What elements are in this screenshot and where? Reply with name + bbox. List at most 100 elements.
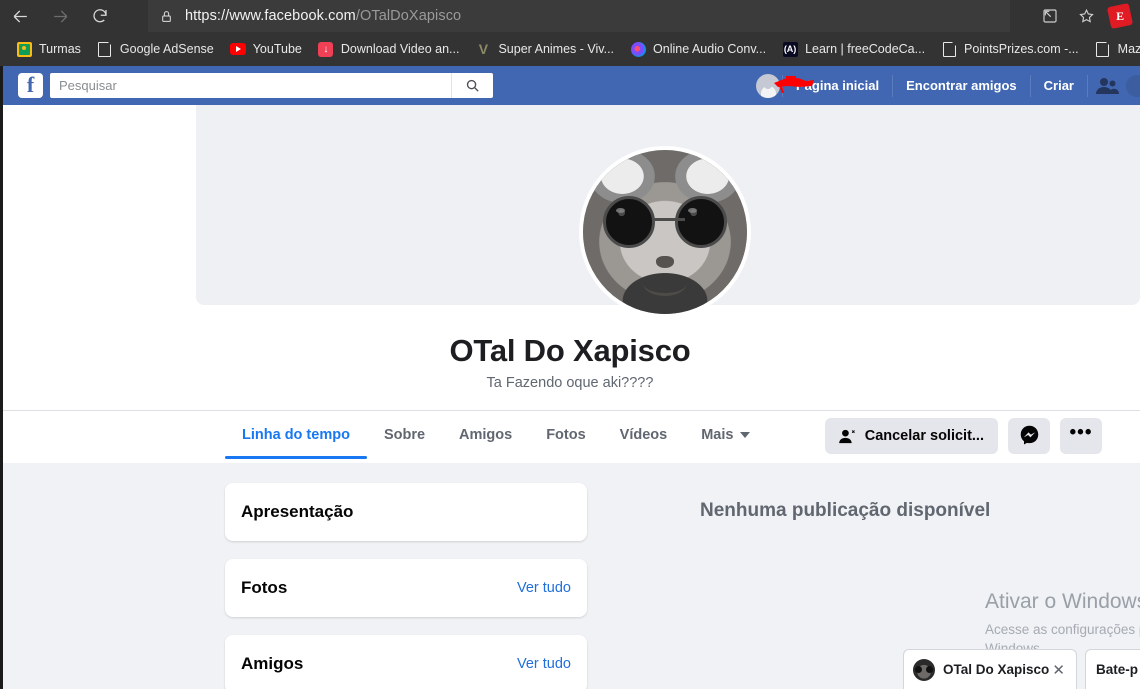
profile-tabbar: Linha do tempo Sobre Amigos Fotos Vídeos… [0, 410, 1140, 463]
chat-list-label: Bate-p [1096, 662, 1139, 677]
bookmark-turmas[interactable]: Turmas [8, 36, 89, 62]
facebook-logo-icon[interactable]: f [18, 73, 43, 98]
sunglass-lens-right-icon [675, 196, 727, 248]
online-audio-converter-icon [630, 41, 646, 57]
bookmark-label: Online Audio Conv... [653, 42, 767, 56]
messenger-button[interactable] [1008, 418, 1050, 454]
google-classroom-icon [16, 41, 32, 57]
tab-mais[interactable]: Mais [684, 411, 767, 459]
chat-bar: OTal Do Xapisco ✕ Bate-p [903, 649, 1140, 689]
bookmark-label: YouTube [252, 42, 302, 56]
reload-icon[interactable] [80, 0, 120, 32]
divider [1029, 74, 1031, 97]
divider [1087, 74, 1088, 97]
share-popout-icon[interactable] [1032, 0, 1068, 32]
sunglass-lens-left-icon [603, 196, 655, 248]
youtube-icon [229, 41, 246, 57]
browser-left-edge [0, 66, 3, 689]
sunglass-bridge-icon [653, 218, 685, 221]
bookmark-label: Maze N [1117, 42, 1140, 56]
browser-nav-bar: https://www.facebook.com/OTalDoXapisco E [0, 0, 1140, 32]
tab-label: Amigos [459, 427, 513, 443]
divider [892, 74, 894, 97]
bookmark-label: Learn | freeCodeCa... [805, 42, 926, 56]
facebook-logo-letter: f [26, 71, 35, 97]
cat-nose-icon [656, 256, 674, 268]
messenger-icon [1019, 424, 1040, 449]
lock-icon [160, 9, 173, 24]
super-animes-icon: V [478, 41, 489, 57]
profile-bio: Ta Fazendo oque aki???? [486, 375, 654, 391]
ellipsis-icon: ••• [1069, 422, 1093, 443]
bookmarks-bar: Turmas Google AdSense YouTube ↓ Download… [0, 32, 1140, 66]
page-icon [1095, 41, 1111, 57]
bookmark-google-adsense[interactable]: Google AdSense [89, 36, 222, 62]
bookmark-pointsprizes[interactable]: PointsPrizes.com -... [933, 36, 1087, 62]
bookmark-label: Google AdSense [119, 42, 214, 56]
bookmark-download-video[interactable]: ↓ Download Video an... [310, 36, 468, 62]
chat-tab-open[interactable]: OTal Do Xapisco ✕ [903, 649, 1077, 689]
nav-link-create[interactable]: Criar [1033, 66, 1085, 105]
bookmark-label: Super Animes - Viv... [498, 42, 615, 56]
extension-icon[interactable]: E [1104, 0, 1140, 32]
tab-sobre[interactable]: Sobre [367, 411, 442, 459]
search-icon[interactable] [451, 73, 493, 98]
card-apresentacao[interactable]: Apresentação [225, 483, 587, 541]
download-icon: ↓ [318, 41, 334, 57]
search-input[interactable] [50, 73, 451, 98]
more-options-button[interactable]: ••• [1060, 418, 1102, 454]
tab-fotos[interactable]: Fotos [529, 411, 602, 459]
back-icon[interactable] [0, 0, 40, 32]
header-icon-partial[interactable] [1126, 74, 1140, 97]
browser-chrome: https://www.facebook.com/OTalDoXapisco E… [0, 0, 1140, 66]
tab-videos[interactable]: Vídeos [603, 411, 685, 459]
person-remove-icon [838, 429, 856, 444]
facebook-header-right: Página inicial Encontrar amigos Criar [748, 66, 1140, 105]
profile-photo[interactable] [579, 146, 751, 318]
nav-link-find-friends[interactable]: Encontrar amigos [895, 66, 1028, 105]
close-icon[interactable]: ✕ [1050, 661, 1067, 679]
chat-tab-name: OTal Do Xapisco [943, 662, 1050, 677]
card-link-ver-tudo[interactable]: Ver tudo [517, 656, 571, 672]
cancel-request-label: Cancelar solicit... [864, 428, 984, 444]
address-bar[interactable]: https://www.facebook.com/OTalDoXapisco [148, 0, 1010, 32]
search-box[interactable] [50, 73, 493, 98]
bookmark-label: PointsPrizes.com -... [964, 42, 1079, 56]
bookmark-maze[interactable]: Maze N [1087, 36, 1140, 62]
forward-icon [40, 0, 80, 32]
profile-action-buttons: Cancelar solicit... ••• [824, 418, 1102, 454]
bookmark-super-animes[interactable]: V Super Animes - Viv... [467, 36, 622, 62]
bookmark-label: Turmas [39, 42, 81, 56]
bookmark-online-audio-converter[interactable]: Online Audio Conv... [622, 36, 774, 62]
card-title: Fotos [241, 578, 288, 597]
add-favorite-star-icon[interactable] [1068, 0, 1104, 32]
card-title: Apresentação [241, 502, 354, 521]
divider [782, 74, 784, 97]
freecodecamp-icon: (A) [782, 41, 798, 57]
card-amigos[interactable]: Amigos Ver tudo [225, 635, 587, 689]
cat-avatar [913, 658, 935, 681]
tab-label: Vídeos [619, 427, 668, 443]
friends-icon[interactable] [1090, 66, 1124, 105]
cat-sunglasses-avatar [583, 150, 747, 314]
cancel-request-button[interactable]: Cancelar solicit... [824, 418, 998, 454]
account-shortcut[interactable] [748, 66, 815, 105]
avatar[interactable] [756, 73, 781, 98]
empty-state-message: Nenhuma publicação disponível [700, 500, 991, 521]
card-link-ver-tudo[interactable]: Ver tudo [517, 580, 571, 596]
tab-linha-do-tempo[interactable]: Linha do tempo [225, 411, 367, 459]
cat-mouth-icon [643, 270, 687, 296]
page-icon [941, 41, 957, 57]
chat-list-button[interactable]: Bate-p [1085, 649, 1140, 689]
bookmark-youtube[interactable]: YouTube [222, 36, 310, 62]
tab-label: Mais [701, 427, 734, 443]
nav-link-home[interactable]: Página inicial [785, 66, 890, 105]
tab-label: Fotos [546, 427, 586, 443]
card-title: Amigos [241, 654, 304, 673]
bookmark-freecodecamp[interactable]: (A) Learn | freeCodeCa... [774, 36, 933, 62]
profile-page: OTal Do Xapisco Ta Fazendo oque aki???? … [0, 105, 1140, 689]
card-fotos[interactable]: Fotos Ver tudo [225, 559, 587, 617]
profile-tabs: Linha do tempo Sobre Amigos Fotos Vídeos… [225, 411, 767, 464]
browser-toolbar-right: E [1032, 0, 1140, 32]
tab-amigos[interactable]: Amigos [442, 411, 529, 459]
